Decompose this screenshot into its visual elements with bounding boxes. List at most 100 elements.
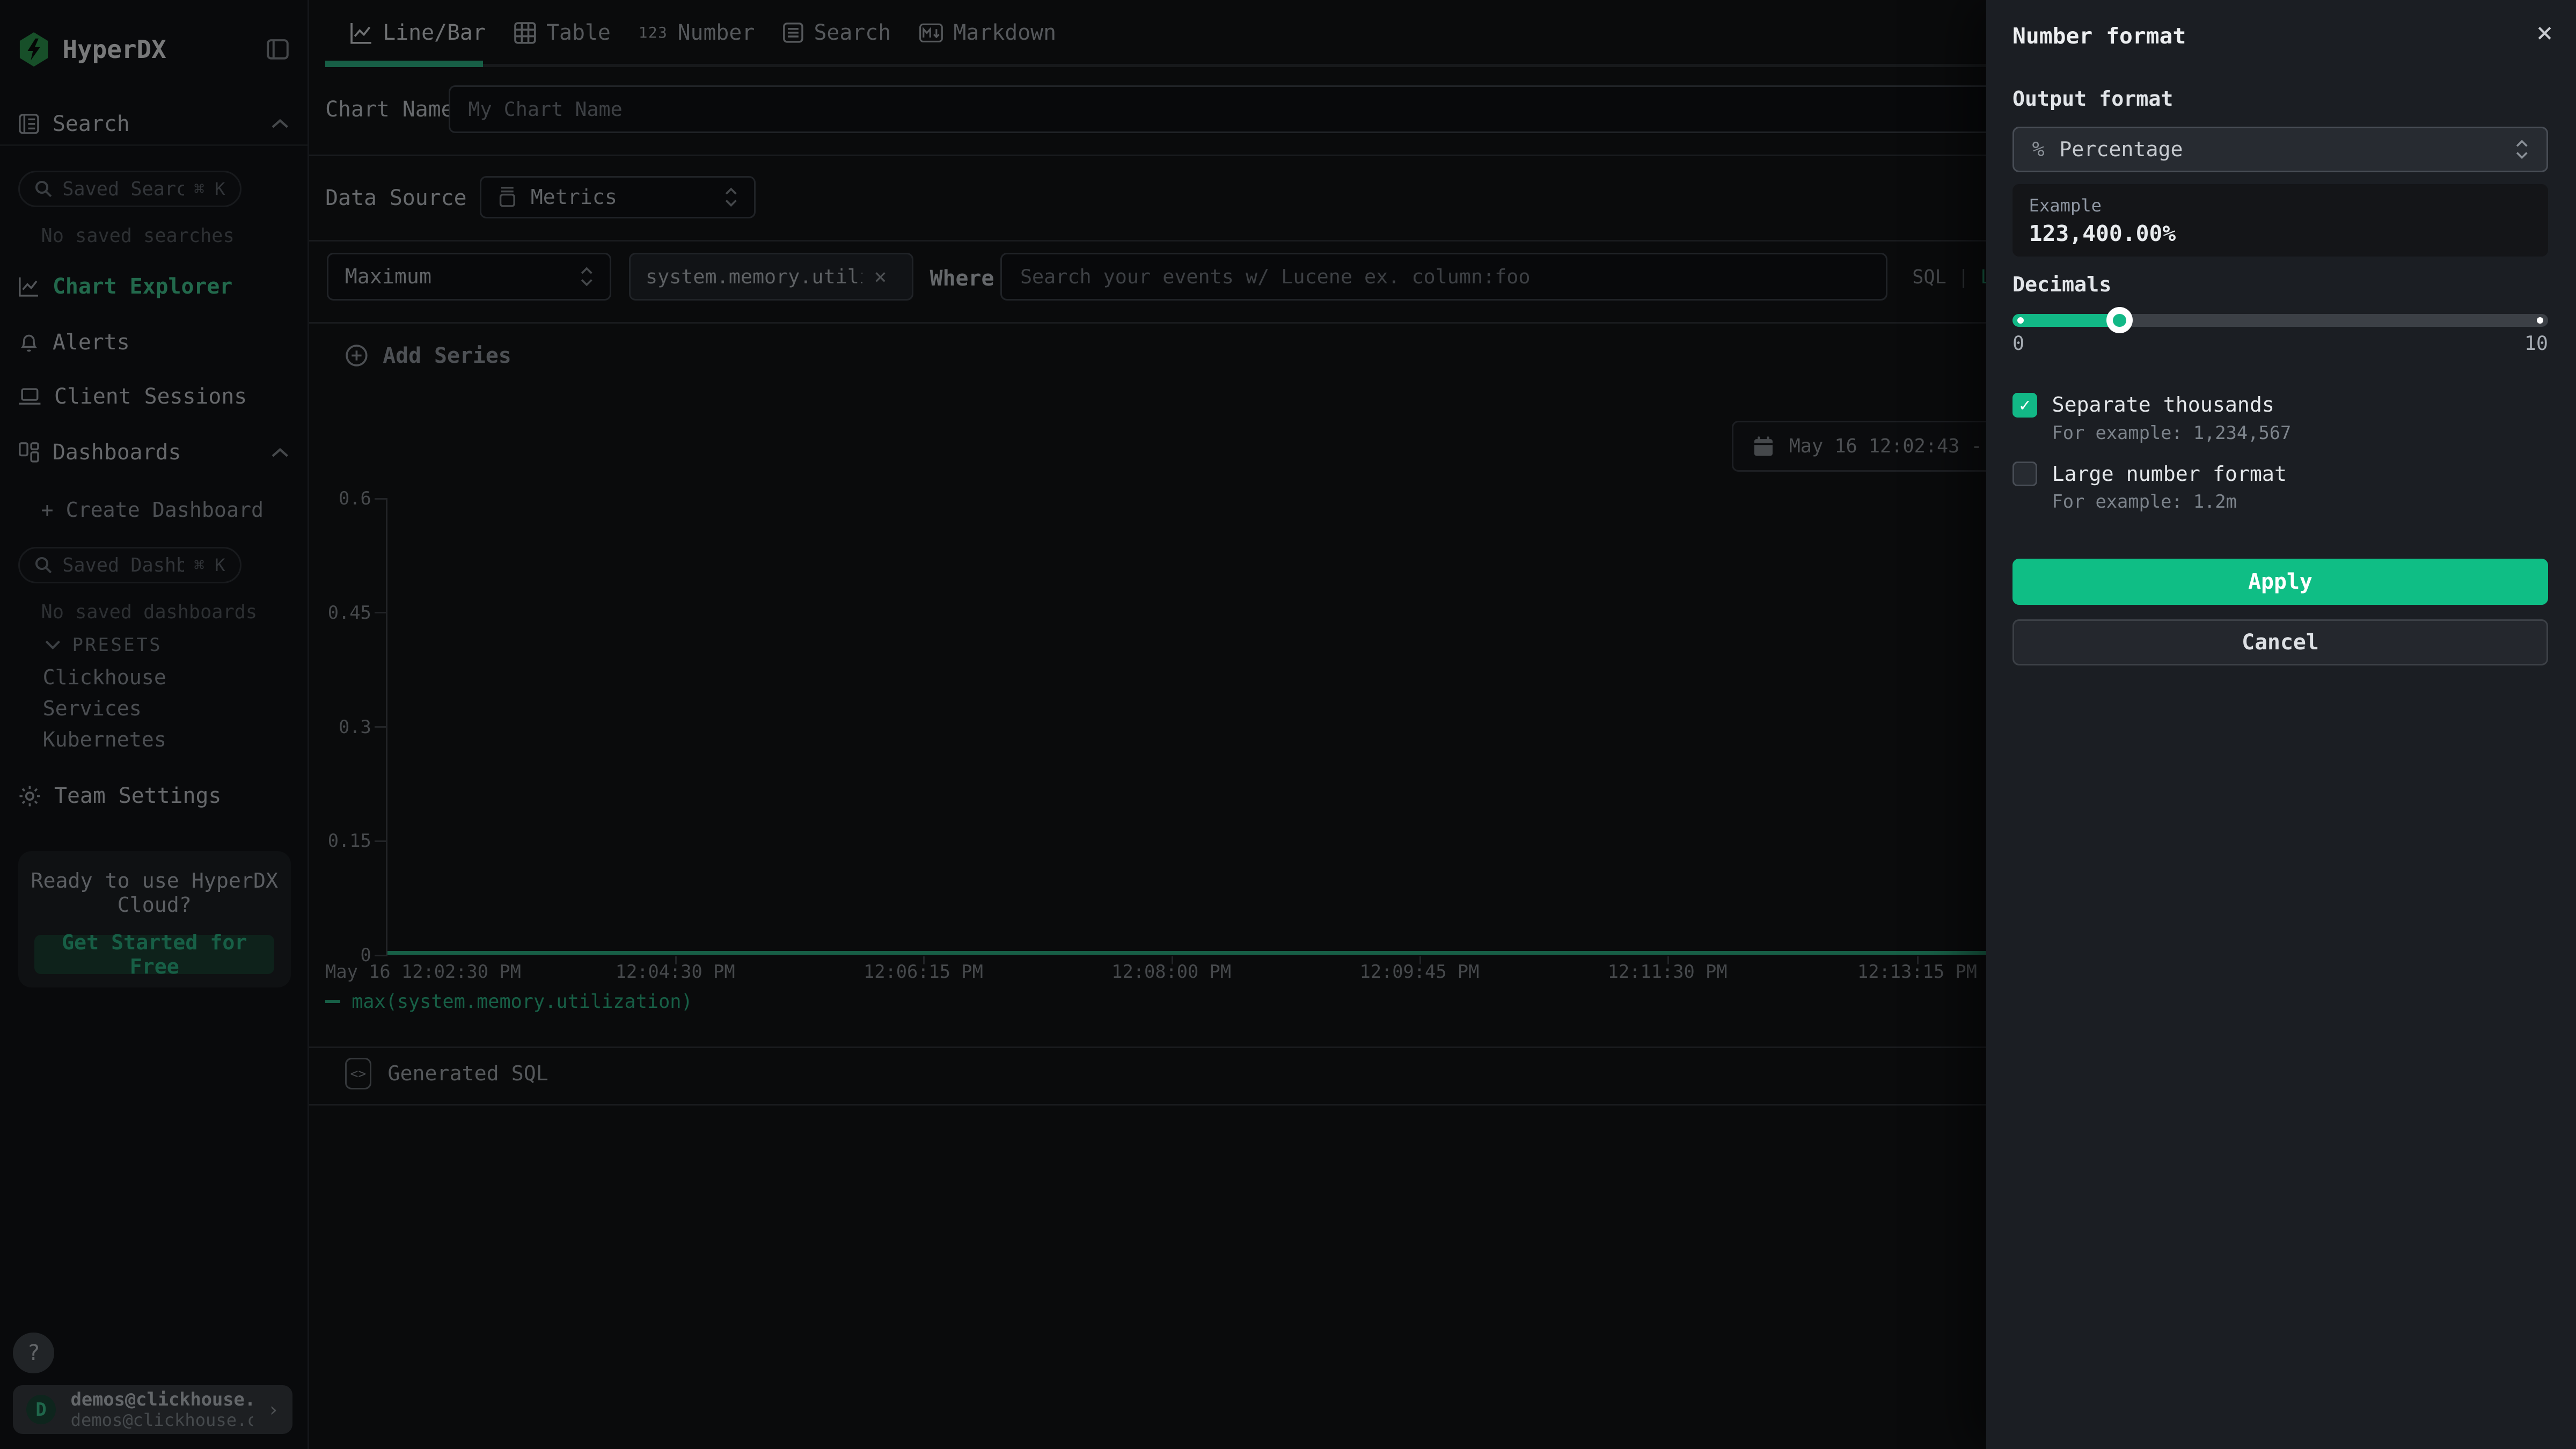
y-tick-label: 0.15 [309,830,371,851]
preset-item-clickhouse[interactable]: Clickhouse [43,665,166,690]
x-tick-label: 12:09:45 PM [1313,961,1526,982]
y-tick [375,612,386,613]
chart-line-icon [18,276,40,297]
shortcut-badge: ⌘ K [194,555,225,575]
code-icon: <> [345,1058,371,1089]
x-tick-label: May 16 12:02:30 PM [325,961,521,982]
sidebar-item-search[interactable]: Search [0,102,308,147]
separate-thousands-checkbox[interactable]: ✓ Separate thousands [2012,393,2274,418]
no-saved-searches-text: No saved searches [41,225,235,247]
chevron-up-icon [271,447,289,458]
presets-toggle[interactable]: PRESETS [45,634,163,655]
cloud-promo-line1: Ready to use HyperDX [18,869,291,893]
number-format-panel: Number format × Output format % Percenta… [1986,0,2576,1449]
sidebar-collapse-icon[interactable] [266,39,289,60]
chevron-right-icon: › [267,1398,279,1421]
hyperdx-logo-icon [18,32,49,67]
slider-min-label: 0 [2012,332,2024,355]
checkbox-icon[interactable]: ✓ [2012,393,2037,418]
create-dashboard-button[interactable]: + Create Dashboard [41,498,264,522]
percent-icon: % [2032,137,2045,162]
y-tick-label: 0.6 [309,488,371,509]
legend-swatch [325,1000,340,1003]
search-section-icon [18,113,40,135]
decimals-label: Decimals [2012,273,2111,297]
slider-handle[interactable] [2106,307,2133,333]
no-saved-dashboards-text: No saved dashboards [41,601,258,623]
preset-item-kubernetes[interactable]: Kubernetes [43,728,166,752]
slider-max-label: 10 [2524,332,2548,355]
sidebar-item-label: Dashboards [53,440,181,465]
chevron-updown-icon [2515,140,2528,159]
y-tick-label: 0.3 [309,716,371,737]
sidebar-item-label: Alerts [53,330,130,355]
sidebar-item-label: Team Settings [54,784,221,808]
search-icon [34,180,53,198]
chevron-down-icon [45,640,61,649]
shortcut-badge: ⌘ K [194,179,225,199]
output-format-value: Percentage [2059,137,2183,162]
chart-legend: max(system.memory.utilization) [325,991,693,1013]
brand-title: HyperDX [62,35,166,64]
format-example-card: Example 123,400.00% [2012,184,2548,257]
sidebar-item-label: Chart Explorer [53,274,232,299]
dashboard-icon [18,442,40,463]
user-email: demos@clickhouse.com [71,1389,253,1410]
x-tick-label: 12:11:30 PM [1561,961,1774,982]
panel-title: Number format [2012,23,2186,49]
sidebar-item-alerts[interactable]: Alerts [0,320,308,365]
x-tick-label: 12:06:15 PM [816,961,1030,982]
separate-thousands-hint: For example: 1,234,567 [2052,422,2291,443]
legend-label: max(system.memory.utilization) [352,991,693,1013]
divider [0,144,308,146]
sidebar-item-client-sessions[interactable]: Client Sessions [0,375,308,419]
sidebar-item-label: Search [53,112,130,136]
bell-icon [18,332,40,353]
search-icon [34,556,53,574]
slider-max-dot [2537,317,2543,324]
cloud-promo-line2: Cloud? [18,893,291,917]
app-root: HyperDX Search Saved Searches ⌘ K No sav… [0,0,2576,1449]
sidebar-item-team-settings[interactable]: Team Settings [0,774,308,818]
saved-dashboards-input[interactable]: Saved Dashboards ⌘ K [18,547,241,583]
generated-sql-toggle[interactable]: <> Generated SQL [345,1058,548,1089]
output-format-select[interactable]: % Percentage [2012,127,2548,173]
close-icon[interactable]: × [2536,17,2553,49]
saved-dashboards-placeholder: Saved Dashboards [62,554,184,576]
y-tick [375,498,386,500]
saved-searches-input[interactable]: Saved Searches ⌘ K [18,171,241,207]
slider-fill [2012,314,2120,327]
sidebar-item-chart-explorer[interactable]: Chart Explorer [0,265,308,309]
preset-item-services[interactable]: Services [43,697,142,721]
get-started-button[interactable]: Get Started for Free [34,935,274,974]
presets-label: PRESETS [72,634,163,655]
logo-row: HyperDX [0,28,308,71]
y-tick [375,840,386,842]
y-tick-label: 0.45 [309,602,371,623]
example-value: 123,400.00% [2029,221,2532,246]
decimals-slider[interactable] [2012,314,2548,327]
y-axis-line [386,498,387,956]
sidebar-item-label: Client Sessions [54,384,247,409]
output-format-label: Output format [2012,87,2173,111]
cloud-promo-card: Ready to use HyperDX Cloud? Get Started … [18,851,291,987]
cancel-button[interactable]: Cancel [2012,619,2548,665]
large-number-format-hint: For example: 1.2m [2052,491,2236,512]
y-tick [375,726,386,728]
avatar: D [26,1395,56,1424]
user-menu[interactable]: D demos@clickhouse.com demos@clickhouse.… [13,1385,292,1435]
laptop-icon [18,387,41,407]
saved-searches-placeholder: Saved Searches [62,178,184,200]
large-number-format-checkbox[interactable]: ✓ Large number format [2012,462,2287,486]
help-button[interactable]: ? [13,1333,54,1374]
x-tick-label: 12:08:00 PM [1065,961,1278,982]
apply-button[interactable]: Apply [2012,559,2548,605]
checkbox-icon[interactable]: ✓ [2012,462,2037,486]
chevron-up-icon [271,118,289,129]
example-label: Example [2029,195,2532,216]
sidebar-item-dashboards[interactable]: Dashboards [0,430,308,475]
user-subtitle: demos@clickhouse.com's [71,1410,253,1430]
x-tick-label: 12:04:30 PM [568,961,782,982]
sidebar: HyperDX Search Saved Searches ⌘ K No sav… [0,0,309,1449]
y-tick [375,955,386,956]
